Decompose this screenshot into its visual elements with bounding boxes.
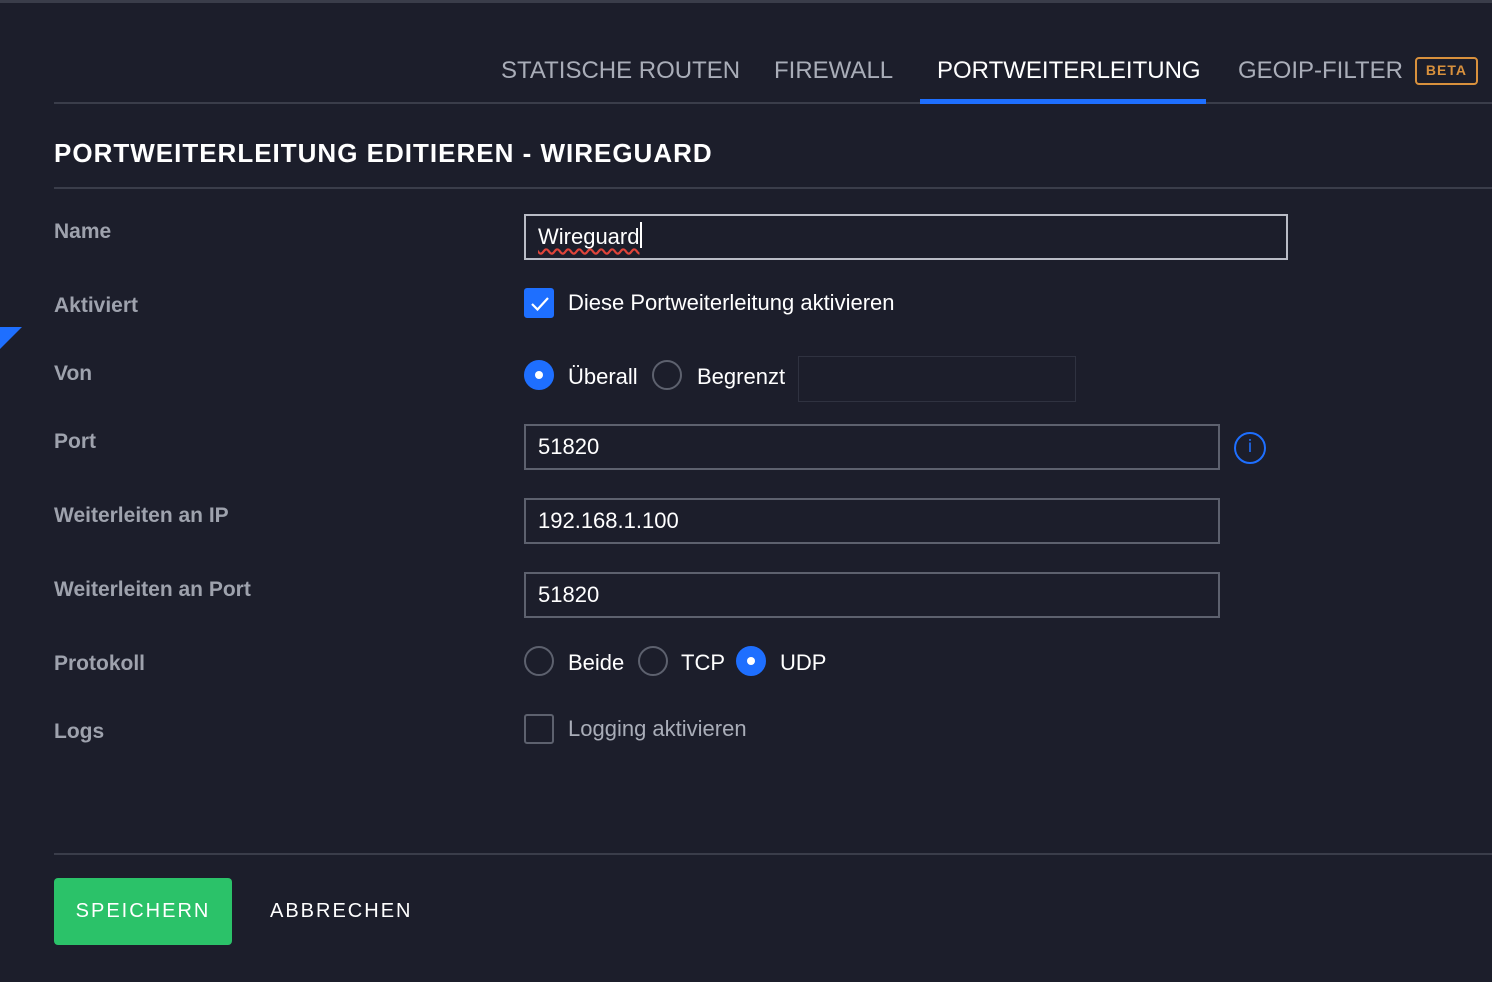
text-caret [640,222,643,248]
from-restricted-radio[interactable] [652,360,682,390]
cancel-button[interactable]: ABBRECHEN [270,878,412,945]
from-restricted-label[interactable]: Begrenzt [697,364,785,390]
save-button[interactable]: SPEICHERN [54,878,232,945]
forward-ip-input[interactable]: 192.168.1.100 [524,498,1220,544]
enabled-label: Aktiviert [54,294,139,317]
enable-logging-label[interactable]: Logging aktivieren [568,716,747,742]
protocol-label: Protokoll [54,652,146,675]
beta-badge: BETA [1414,57,1478,85]
from-anywhere-radio[interactable] [524,360,554,390]
tab-geoip-filter[interactable]: GEOIP-FILTER BETA [1238,40,1478,102]
title-divider [54,187,1492,189]
tab-geoip-filter-label: GEOIP-FILTER [1238,57,1403,84]
page-title: PORTWEITERLEITUNG EDITIEREN - WIREGUARD [54,138,713,168]
footer-divider [54,853,1492,855]
port-input[interactable]: 51820 [524,424,1220,470]
tab-static-routes[interactable]: STATISCHE ROUTEN [501,40,740,102]
name-input-value: Wireguard [538,224,640,249]
forward-ip-label: Weiterleiten an IP [54,504,229,527]
enable-forwarding-label[interactable]: Diese Portweiterleitung aktivieren [568,290,895,316]
info-icon[interactable]: i [1234,432,1266,464]
protocol-tcp-label[interactable]: TCP [681,650,725,676]
tab-bar: STATISCHE ROUTEN FIREWALL PORTWEITERLEIT… [54,40,1492,104]
port-label: Port [54,430,96,453]
forward-port-input[interactable]: 51820 [524,572,1220,618]
from-label: Von [54,362,93,385]
forward-port-label: Weiterleiten an Port [54,578,251,601]
checkmark-icon [531,297,549,312]
enable-forwarding-checkbox[interactable] [524,288,554,318]
from-anywhere-label[interactable]: Überall [568,364,638,390]
logs-label: Logs [54,720,105,743]
restricted-source-input[interactable] [798,356,1076,402]
tab-firewall[interactable]: FIREWALL [774,40,893,102]
protocol-tcp-radio[interactable] [638,646,668,676]
corner-indicator [0,327,22,349]
protocol-udp-radio[interactable] [736,646,766,676]
name-label: Name [54,220,112,243]
enable-logging-checkbox[interactable] [524,714,554,744]
protocol-udp-label[interactable]: UDP [780,650,826,676]
tab-port-forwarding[interactable]: PORTWEITERLEITUNG [937,40,1201,102]
active-tab-indicator [920,99,1206,104]
protocol-both-radio[interactable] [524,646,554,676]
top-border [0,0,1492,3]
name-input[interactable]: Wireguard [524,214,1288,260]
protocol-both-label[interactable]: Beide [568,650,624,676]
